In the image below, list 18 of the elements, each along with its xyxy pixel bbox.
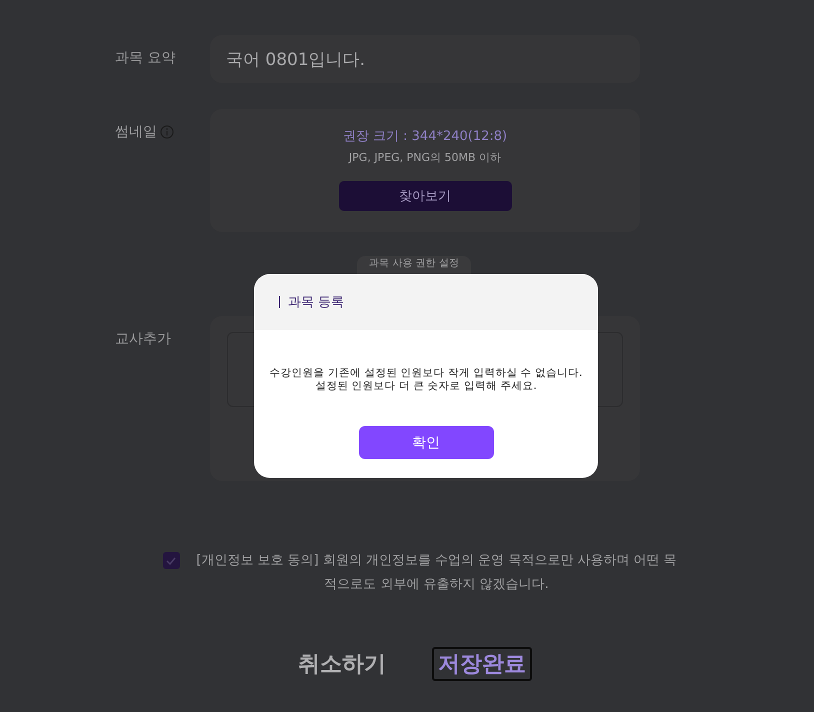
summary-input-field[interactable]: 국어 0801입니다. <box>210 35 640 83</box>
size-hint: 권장 크기 : 344*240(12:8) <box>342 128 508 145</box>
consent-checkbox[interactable] <box>162 552 180 569</box>
modal-message: 설정된 인원보다 더 큰 숫자로 입력해 주세요. <box>315 380 537 393</box>
confirm-button[interactable]: 확인 <box>358 426 494 459</box>
field-label: 과목 요약 <box>115 49 176 68</box>
check-icon <box>166 556 176 564</box>
cancel-button[interactable]: 취소하기 <box>298 647 386 681</box>
save-button[interactable]: 저장완료 <box>432 647 532 681</box>
field-label: 썸네일 <box>115 123 157 141</box>
browse-button[interactable]: 찾아보기 <box>338 181 512 211</box>
format-hint: JPG, JPEG, PNG의 50MB 이하 <box>348 150 502 165</box>
modal-title: 과목 등록 <box>288 294 344 311</box>
field-label: 교사추가 <box>115 330 172 349</box>
consent-text: [개인정보 보호 동의] 회원의 개인정보를 수업의 운영 목적으로만 사용하며 어떤 목적으로도 외부에 유출하지 않겠습니다. <box>195 552 678 594</box>
summary-input[interactable]: 국어 0801입니다. <box>226 49 624 69</box>
modal-message: 수강인원을 기존에 설정된 인원보다 작게 입력하실 수 없습니다. <box>270 367 582 380</box>
info-icon[interactable] <box>160 125 174 139</box>
